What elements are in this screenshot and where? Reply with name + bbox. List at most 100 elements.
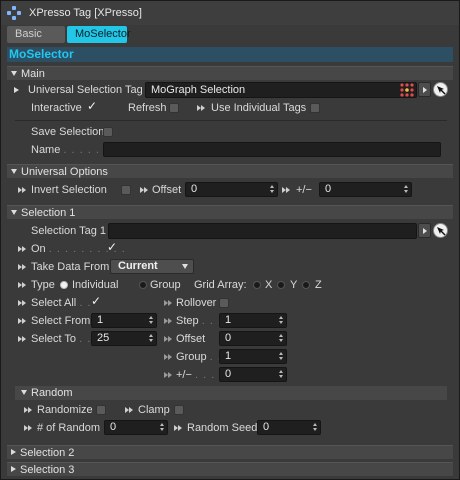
selection-tag-1-label: Selection Tag 1 (31, 225, 107, 237)
animate-keyframe-icon[interactable] (164, 317, 173, 326)
save-selection-checkbox[interactable] (103, 127, 113, 137)
spinner-icon[interactable] (149, 334, 154, 343)
spinner-icon[interactable] (160, 423, 165, 432)
step-field[interactable]: 1 (219, 313, 287, 328)
section-selection-1-label: Selection 1 (21, 207, 76, 219)
selection-tag-1-field[interactable] (108, 223, 417, 239)
use-individual-tags-checkbox[interactable] (310, 103, 320, 113)
link-menu-button[interactable] (418, 82, 431, 97)
type-group-radio[interactable] (139, 281, 147, 289)
universal-selection-tag-field[interactable]: MoGraph Selection (145, 82, 417, 98)
animate-keyframe-icon[interactable] (140, 186, 149, 195)
expand-triangle-icon (11, 449, 16, 456)
spinner-icon[interactable] (279, 316, 284, 325)
collapse-triangle-icon (11, 168, 17, 174)
select-all-checkbox[interactable]: ✓ (91, 295, 101, 307)
offset-value: 0 (225, 332, 232, 344)
plusminus-label: +/− (296, 184, 312, 196)
interactive-checkbox[interactable]: ✓ (87, 100, 97, 112)
spinner-icon[interactable] (313, 423, 318, 432)
chevron-down-icon (182, 264, 188, 269)
window-title: XPresso Tag [XPresso] (29, 7, 142, 19)
select-from-field[interactable]: 1 (91, 313, 157, 328)
animate-keyframe-icon[interactable] (18, 281, 27, 290)
plusminus-value: 0 (225, 368, 232, 380)
grid-x-radio[interactable] (253, 281, 261, 289)
universal-selection-tag-label: Universal Selection Tag (28, 84, 143, 96)
animate-keyframe-icon[interactable] (282, 186, 291, 195)
section-universal-options[interactable]: Universal Options (7, 164, 453, 178)
animate-keyframe-icon[interactable] (18, 317, 27, 326)
refresh-checkbox[interactable] (169, 103, 179, 113)
expand-triangle-icon (11, 466, 16, 473)
animate-keyframe-icon[interactable] (164, 353, 173, 362)
grid-z-label: Z (315, 279, 322, 291)
invert-selection-checkbox[interactable] (121, 185, 131, 195)
animate-keyframe-icon[interactable] (18, 186, 27, 195)
animate-keyframe-icon[interactable] (24, 424, 33, 433)
animate-keyframe-icon[interactable] (18, 335, 27, 344)
animate-keyframe-icon[interactable] (174, 424, 183, 433)
name-field[interactable] (103, 142, 441, 157)
title-bar: XPresso Tag [XPresso] (1, 1, 459, 25)
expand-arrow-icon[interactable] (14, 87, 19, 93)
pick-object-icon[interactable] (433, 82, 448, 97)
grid-y-radio[interactable] (277, 281, 285, 289)
spinner-icon[interactable] (404, 185, 409, 194)
random-seed-field[interactable]: 0 (257, 420, 321, 435)
random-seed-label: Random Seed (187, 422, 258, 434)
spinner-icon[interactable] (149, 316, 154, 325)
section-selection-2[interactable]: Selection 2 (7, 445, 453, 459)
animate-keyframe-icon[interactable] (164, 335, 173, 344)
section-selection-1[interactable]: Selection 1 (7, 205, 453, 219)
collapse-triangle-icon (11, 209, 17, 215)
spinner-icon[interactable] (279, 370, 284, 379)
group-label: Group . . (176, 351, 222, 363)
offset-field[interactable]: 0 (219, 331, 287, 346)
animate-keyframe-icon[interactable] (18, 263, 27, 272)
invert-selection-label: Invert Selection (31, 184, 107, 196)
animate-keyframe-icon[interactable] (164, 371, 173, 380)
pick-object-icon[interactable] (433, 223, 448, 238)
refresh-label: Refresh (128, 102, 167, 114)
use-individual-tags-label: Use Individual Tags (211, 102, 307, 114)
animate-keyframe-icon[interactable] (125, 406, 134, 415)
group-value: 1 (225, 350, 232, 362)
group-field[interactable]: 1 (219, 349, 287, 364)
object-header: MoSelector (7, 47, 453, 62)
randomize-checkbox[interactable] (96, 405, 106, 415)
grid-y-label: Y (290, 279, 298, 291)
offset-field[interactable]: 0 (185, 182, 278, 197)
select-to-field[interactable]: 25 (91, 331, 157, 346)
animate-keyframe-icon[interactable] (18, 299, 27, 308)
section-selection-3[interactable]: Selection 3 (7, 462, 453, 476)
animate-keyframe-icon[interactable] (18, 245, 27, 254)
on-checkbox[interactable]: ✓ (107, 241, 117, 253)
tab-moselector[interactable]: MoSelector (67, 26, 131, 43)
subsection-random[interactable]: Random (15, 386, 447, 400)
rollover-checkbox[interactable] (219, 298, 229, 308)
clamp-checkbox[interactable] (174, 405, 184, 415)
spinner-icon[interactable] (270, 185, 275, 194)
section-main[interactable]: Main (7, 66, 453, 80)
select-to-label: Select To . . (31, 333, 92, 345)
grid-z-radio[interactable] (302, 281, 310, 289)
select-all-label: Select All . . (31, 297, 92, 309)
link-menu-button[interactable] (418, 223, 431, 238)
animate-keyframe-icon[interactable] (24, 406, 33, 415)
tab-basic[interactable]: Basic (7, 26, 65, 43)
type-individual-radio[interactable] (60, 281, 68, 289)
section-selection-3-label: Selection 3 (20, 464, 75, 476)
animate-keyframe-icon[interactable] (197, 104, 206, 113)
spinner-icon[interactable] (279, 334, 284, 343)
animate-keyframe-icon[interactable] (164, 299, 173, 308)
plusminus-field[interactable]: 0 (319, 182, 412, 197)
num-random-field[interactable]: 0 (104, 420, 168, 435)
num-random-value: 0 (110, 421, 117, 433)
spinner-icon[interactable] (279, 352, 284, 361)
plusminus-value: 0 (325, 183, 332, 195)
take-data-from-label: Take Data From (31, 261, 110, 273)
plusminus-field[interactable]: 0 (219, 367, 287, 382)
select-to-value: 25 (97, 332, 110, 344)
take-data-from-dropdown[interactable]: Current (110, 259, 194, 274)
